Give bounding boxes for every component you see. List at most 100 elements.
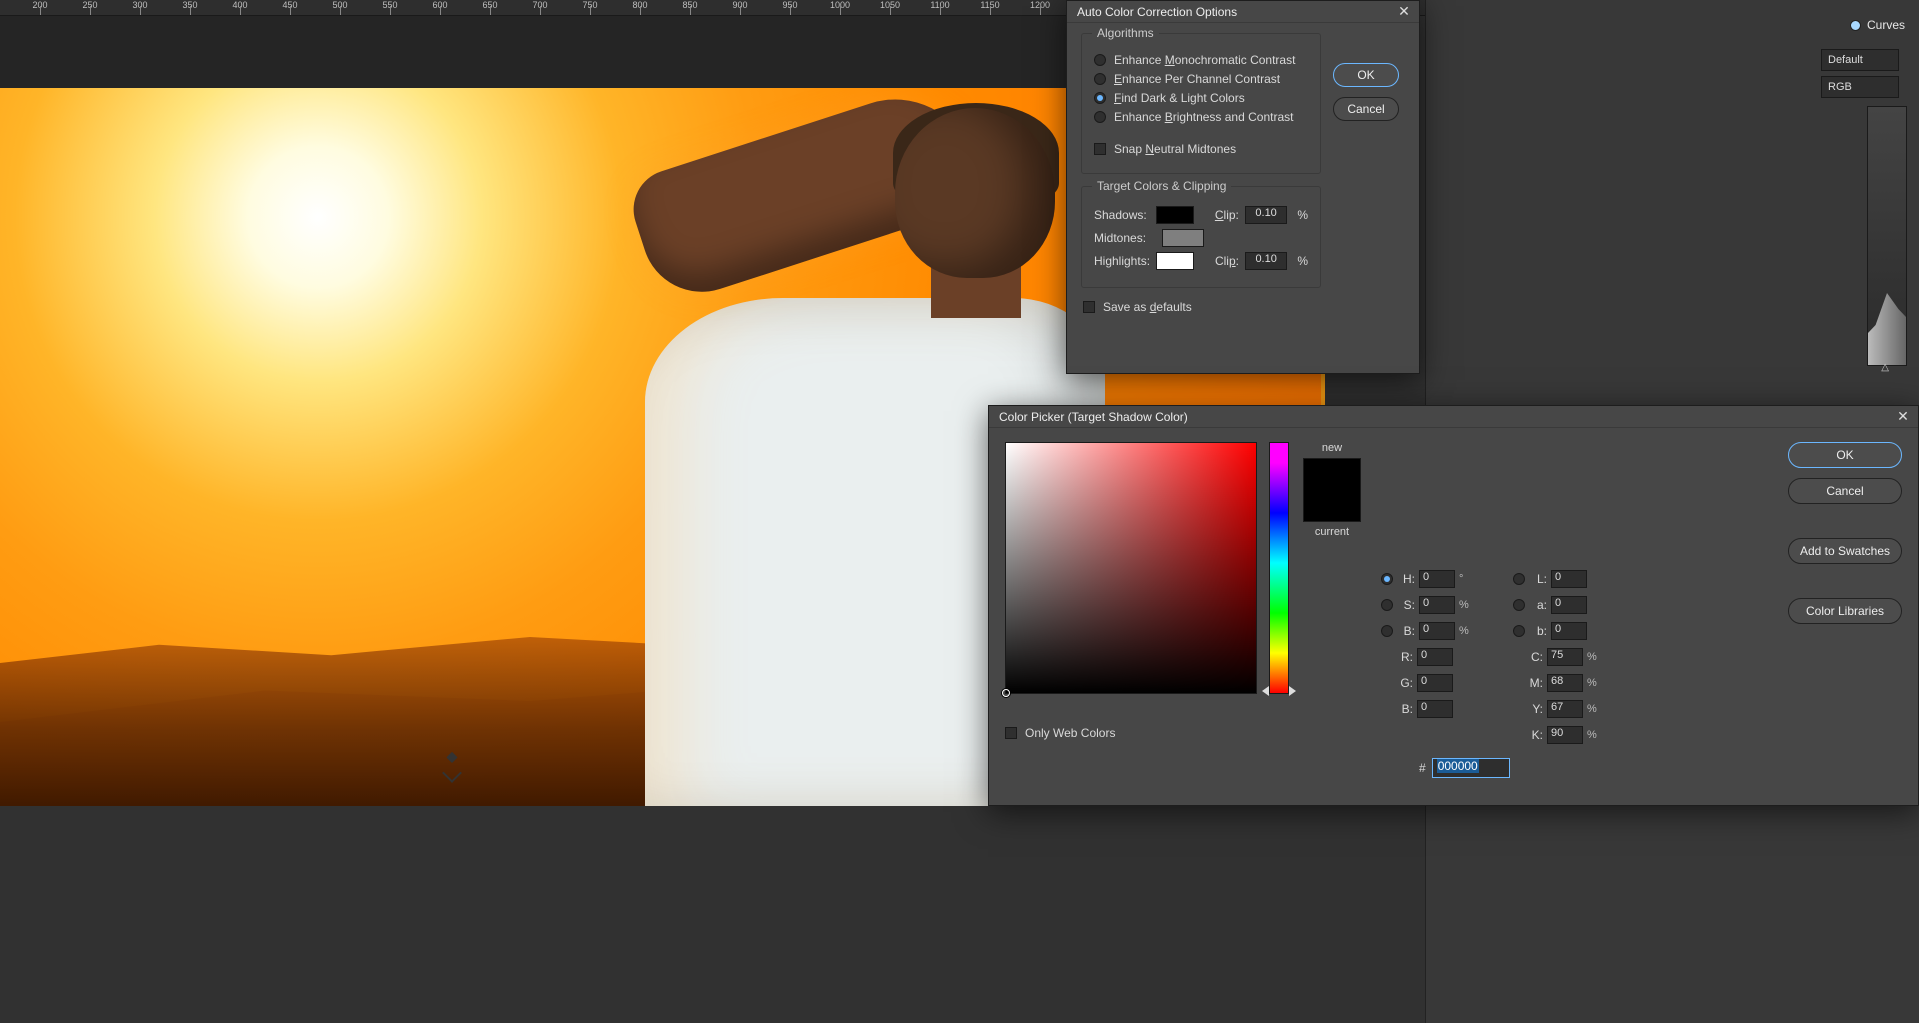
- ruler-tick: 1150: [965, 0, 1015, 10]
- color-picker-dialog: Color Picker (Target Shadow Color) ✕ new…: [988, 405, 1919, 806]
- y-input[interactable]: 67: [1547, 700, 1583, 718]
- a-input[interactable]: 0: [1551, 596, 1587, 614]
- checkbox-icon: [1005, 727, 1017, 739]
- hex-input[interactable]: 000000: [1432, 758, 1510, 778]
- hue-pointer-icon: [1262, 686, 1269, 696]
- radio-icon: [1094, 73, 1106, 85]
- percent-label: %: [1297, 208, 1308, 222]
- ruler-tick: 400: [215, 0, 265, 10]
- current-color-label: current: [1315, 526, 1349, 538]
- ruler-tick: 950: [765, 0, 815, 10]
- ok-button[interactable]: OK: [1333, 63, 1399, 87]
- close-icon[interactable]: ✕: [1395, 3, 1413, 21]
- auto-color-correction-dialog: Auto Color Correction Options ✕ OK Cance…: [1066, 0, 1420, 374]
- cancel-button[interactable]: Cancel: [1333, 97, 1399, 121]
- radio-icon: [1094, 54, 1106, 66]
- snap-neutral-midtones-checkbox[interactable]: Snap Neutral Midtones: [1094, 142, 1308, 156]
- ruler-tick: 150: [0, 0, 15, 10]
- radio-icon: [1513, 573, 1525, 585]
- radio-icon: [1381, 625, 1393, 637]
- ruler-tick: 350: [165, 0, 215, 10]
- algo-find-dark-light-radio[interactable]: Find Dark & Light Colors: [1094, 91, 1308, 105]
- curves-white-point-slider[interactable]: △: [1881, 362, 1889, 373]
- lab-b-input[interactable]: 0: [1551, 622, 1587, 640]
- shadows-color-swatch[interactable]: [1156, 206, 1194, 224]
- radio-icon: [1513, 599, 1525, 611]
- checkbox-icon: [1094, 143, 1106, 155]
- radio-icon: [1381, 573, 1393, 585]
- shadows-clip-input[interactable]: 0.10: [1245, 206, 1287, 224]
- highlights-color-swatch[interactable]: [1156, 252, 1194, 270]
- highlights-label: Highlights:: [1094, 254, 1150, 268]
- shadows-label: Shadows:: [1094, 208, 1150, 222]
- ruler-tick: 600: [415, 0, 465, 10]
- hue-pointer-icon: [1289, 686, 1296, 696]
- ruler-tick: 1200: [1015, 0, 1065, 10]
- algo-per-channel-radio[interactable]: Enhance Per Channel Contrast: [1094, 72, 1308, 86]
- algorithms-group: Algorithms Enhance Monochromatic Contras…: [1081, 33, 1321, 174]
- ruler-tick: 500: [315, 0, 365, 10]
- curves-preset-select[interactable]: Default: [1821, 49, 1899, 71]
- dialog-title: Color Picker (Target Shadow Color): [999, 410, 1188, 424]
- c-input[interactable]: 75: [1547, 648, 1583, 666]
- curves-channel-select[interactable]: RGB: [1821, 76, 1899, 98]
- cancel-button[interactable]: Cancel: [1788, 478, 1902, 504]
- target-colors-heading: Target Colors & Clipping: [1092, 179, 1231, 193]
- new-color-label: new: [1322, 442, 1342, 454]
- add-to-swatches-button[interactable]: Add to Swatches: [1788, 538, 1902, 564]
- hue-slider[interactable]: [1269, 442, 1289, 694]
- radio-icon: [1094, 111, 1106, 123]
- ruler-tick: 550: [365, 0, 415, 10]
- s-input[interactable]: 0: [1419, 596, 1455, 614]
- curves-panel-tab[interactable]: Curves: [1850, 18, 1905, 32]
- algo-monochromatic-radio[interactable]: Enhance Monochromatic Contrast: [1094, 53, 1308, 67]
- g-input[interactable]: 0: [1417, 674, 1453, 692]
- radio-icon: [1094, 92, 1106, 104]
- k-input[interactable]: 90: [1547, 726, 1583, 744]
- l-input[interactable]: 0: [1551, 570, 1587, 588]
- r-input[interactable]: 0: [1417, 648, 1453, 666]
- sv-cursor-icon: [1002, 689, 1010, 697]
- dialog-titlebar[interactable]: Color Picker (Target Shadow Color) ✕: [989, 406, 1918, 428]
- ruler-tick: 800: [615, 0, 665, 10]
- hex-label: #: [1419, 761, 1426, 775]
- m-input[interactable]: 68: [1547, 674, 1583, 692]
- ruler-tick: 450: [265, 0, 315, 10]
- radio-icon: [1513, 625, 1525, 637]
- target-colors-group: Target Colors & Clipping Shadows: Clip: …: [1081, 186, 1321, 288]
- close-icon[interactable]: ✕: [1894, 408, 1912, 426]
- a-radio-row[interactable]: a:0: [1513, 596, 1605, 614]
- color-libraries-button[interactable]: Color Libraries: [1788, 598, 1902, 624]
- highlights-clip-input[interactable]: 0.10: [1245, 252, 1287, 270]
- b-input[interactable]: 0: [1419, 622, 1455, 640]
- b-radio-row[interactable]: B:0%: [1381, 622, 1473, 640]
- s-radio-row[interactable]: S:0%: [1381, 596, 1473, 614]
- curves-label: Curves: [1867, 18, 1905, 32]
- h-radio-row[interactable]: H:0°: [1381, 570, 1473, 588]
- percent-label: %: [1297, 254, 1308, 268]
- ruler-tick: 300: [115, 0, 165, 10]
- new-color-swatch: [1304, 459, 1360, 490]
- ruler-tick: 1100: [915, 0, 965, 10]
- dialog-titlebar[interactable]: Auto Color Correction Options ✕: [1067, 1, 1419, 23]
- checkbox-icon: [1083, 301, 1095, 313]
- only-web-colors-checkbox[interactable]: Only Web Colors: [1005, 726, 1115, 740]
- ok-button[interactable]: OK: [1788, 442, 1902, 468]
- midtones-label: Midtones:: [1094, 231, 1156, 245]
- new-current-swatch[interactable]: [1303, 458, 1361, 522]
- l-radio-row[interactable]: L:0: [1513, 570, 1605, 588]
- saturation-value-field[interactable]: [1005, 442, 1257, 694]
- save-as-defaults-checkbox[interactable]: Save as defaults: [1081, 300, 1405, 314]
- algorithms-heading: Algorithms: [1092, 26, 1159, 40]
- midtones-color-swatch[interactable]: [1162, 229, 1204, 247]
- curves-histogram[interactable]: [1867, 106, 1907, 366]
- h-input[interactable]: 0: [1419, 570, 1455, 588]
- ruler-tick: 850: [665, 0, 715, 10]
- rgb-b-input[interactable]: 0: [1417, 700, 1453, 718]
- algo-brightness-contrast-radio[interactable]: Enhance Brightness and Contrast: [1094, 110, 1308, 124]
- ruler-tick: 750: [565, 0, 615, 10]
- lab-b-radio-row[interactable]: b:0: [1513, 622, 1605, 640]
- radio-icon: [1381, 599, 1393, 611]
- curves-icon: [1850, 20, 1861, 31]
- ruler-tick: 250: [65, 0, 115, 10]
